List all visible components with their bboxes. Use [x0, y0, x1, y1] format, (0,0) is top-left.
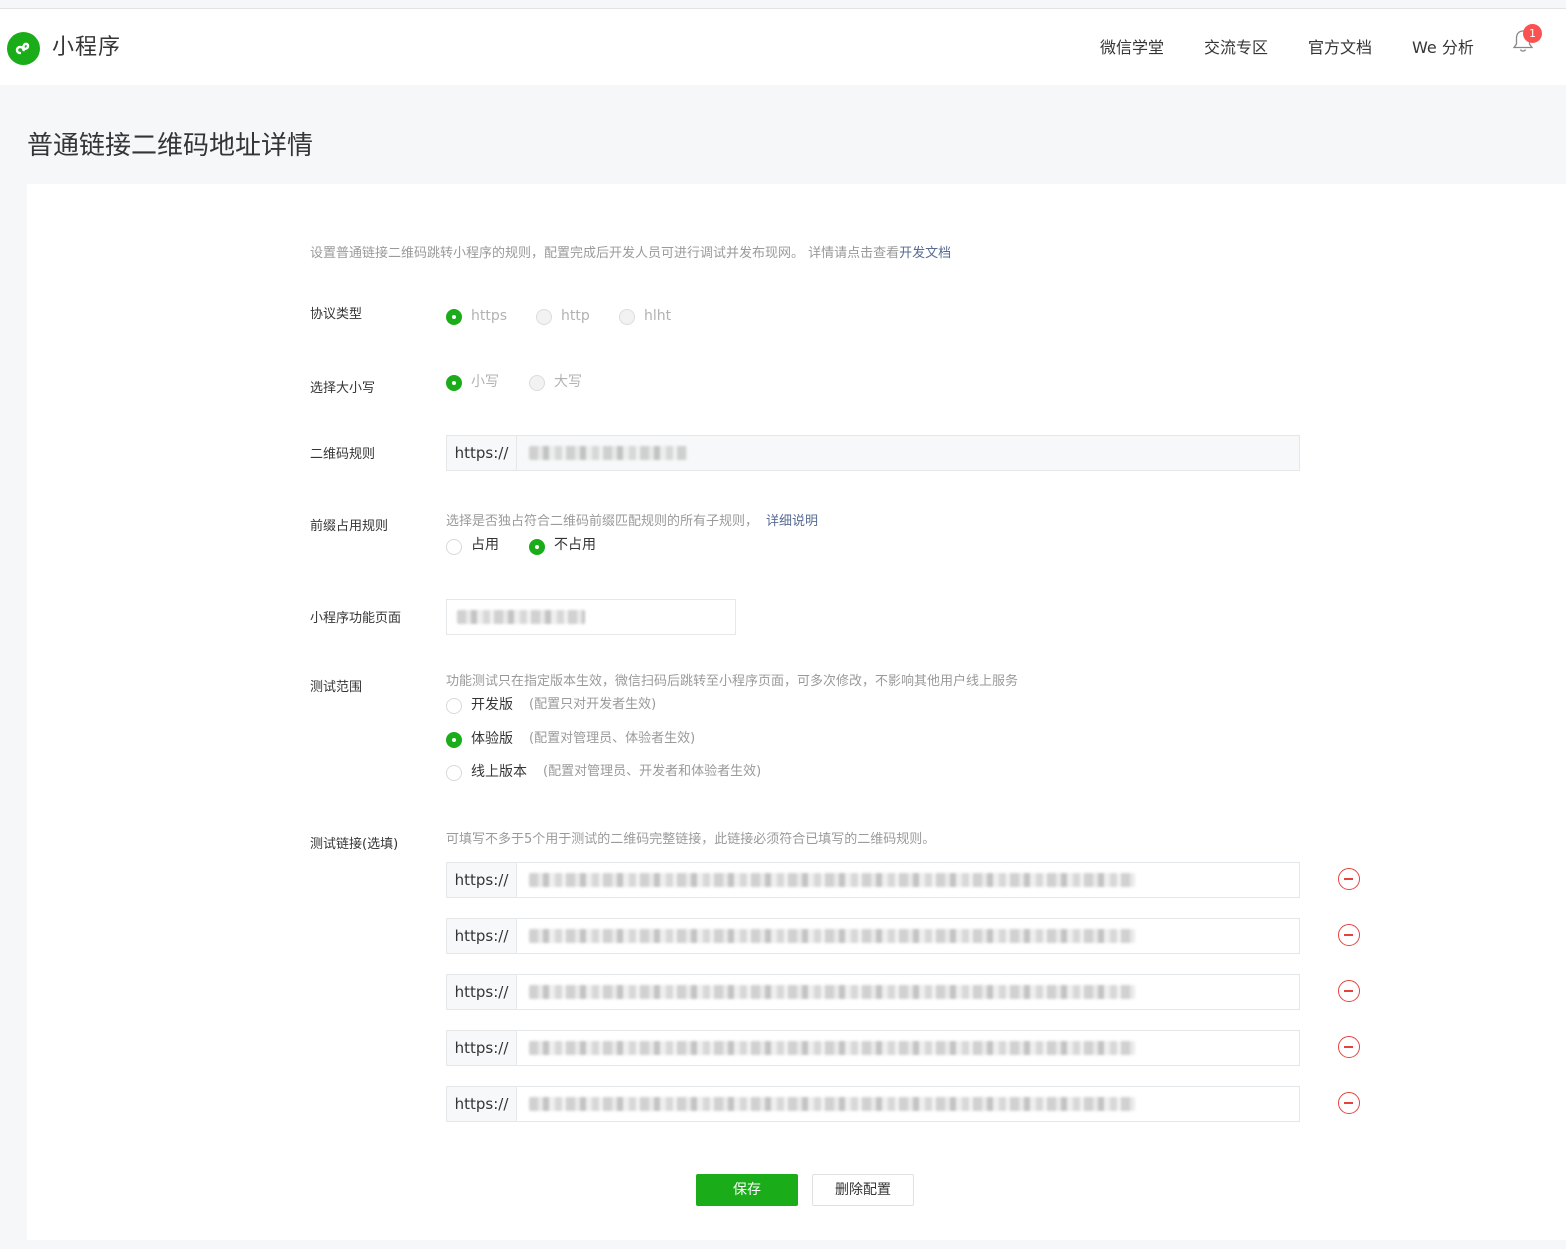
qr-rule-label: 二维码规则: [310, 447, 376, 462]
radio-hlht-label: hlht: [644, 308, 672, 324]
radio-not-occupy-label[interactable]: 不占用: [554, 535, 596, 555]
test-link-value-redacted: [529, 985, 1135, 999]
qr-rule-field: https://: [446, 435, 1300, 471]
nav-official-docs[interactable]: 官方文档: [1308, 37, 1372, 59]
test-link-value-redacted: [529, 929, 1135, 943]
radio-uppercase: [529, 375, 545, 391]
trial-version-hint: (配置对管理员、体验者生效): [529, 731, 696, 746]
remove-link-icon[interactable]: [1338, 924, 1360, 946]
prefix-rule-label: 前缀占用规则: [310, 519, 389, 534]
test-link-prefix: https://: [447, 1087, 517, 1121]
dev-version-hint: (配置只对开发者生效): [529, 697, 657, 712]
protocol-label: 协议类型: [310, 307, 363, 322]
test-link-value-redacted: [529, 1041, 1135, 1055]
page-title: 普通链接二维码地址详情: [27, 131, 314, 161]
radio-https: [446, 309, 462, 325]
test-link-prefix: https://: [447, 919, 517, 953]
radio-hlht: [619, 309, 635, 325]
radio-not-occupy[interactable]: [529, 539, 545, 555]
radio-http: [536, 309, 552, 325]
prefix-rule-desc: 选择是否独占符合二维码前缀匹配规则的所有子规则， 详细说明: [446, 513, 818, 531]
test-link-input-5[interactable]: https://: [446, 1086, 1300, 1122]
test-scope-label: 测试范围: [310, 680, 363, 695]
test-scope-desc: 功能测试只在指定版本生效，微信扫码后跳转至小程序页面，可多次修改，不影响其他用户…: [446, 674, 1019, 689]
case-label: 选择大小写: [310, 381, 376, 396]
test-links-label: 测试链接(选填): [310, 837, 399, 852]
nav-wechat-academy[interactable]: 微信学堂: [1100, 37, 1164, 59]
test-link-prefix: https://: [447, 975, 517, 1009]
mini-program-logo-icon[interactable]: [7, 32, 40, 65]
test-link-input-1[interactable]: https://: [446, 862, 1300, 898]
radio-http-label: http: [561, 308, 590, 324]
prefix-rule-description: 选择是否独占符合二维码前缀匹配规则的所有子规则，: [446, 514, 759, 529]
remove-link-icon[interactable]: [1338, 980, 1360, 1002]
nav-we-analytics[interactable]: We 分析: [1412, 37, 1474, 59]
test-link-prefix: https://: [447, 863, 517, 897]
nav-community[interactable]: 交流专区: [1204, 37, 1268, 59]
qr-rule-value-redacted: [529, 446, 687, 460]
radio-occupy-label[interactable]: 占用: [471, 535, 499, 555]
radio-lowercase: [446, 375, 462, 391]
radio-online-version-label[interactable]: 线上版本: [471, 762, 527, 782]
test-link-prefix: https://: [447, 1031, 517, 1065]
notification-badge: 1: [1523, 24, 1542, 43]
radio-dev-version-label[interactable]: 开发版: [471, 695, 513, 715]
online-version-hint: (配置对管理员、开发者和体验者生效): [543, 764, 762, 779]
delete-config-button[interactable]: 删除配置: [812, 1174, 914, 1206]
remove-link-icon[interactable]: [1338, 1036, 1360, 1058]
top-header: 小程序 微信学堂 交流专区 官方文档 We 分析: [0, 9, 1566, 85]
radio-uppercase-label: 大写: [554, 374, 582, 390]
test-link-input-4[interactable]: https://: [446, 1030, 1300, 1066]
radio-dev-version[interactable]: [446, 698, 462, 714]
qr-rule-prefix: https://: [447, 436, 517, 470]
mp-page-value-redacted: [457, 610, 585, 624]
test-link-value-redacted: [529, 1097, 1135, 1111]
test-links-desc: 可填写不多于5个用于测试的二维码完整链接，此链接必须符合已填写的二维码规则。: [446, 832, 936, 847]
remove-link-icon[interactable]: [1338, 868, 1360, 890]
mp-page-label: 小程序功能页面: [310, 611, 402, 626]
radio-occupy[interactable]: [446, 539, 462, 555]
test-link-input-3[interactable]: https://: [446, 974, 1300, 1010]
details-link[interactable]: 详细说明: [766, 514, 818, 529]
save-button[interactable]: 保存: [696, 1174, 798, 1206]
radio-online-version[interactable]: [446, 765, 462, 781]
intro-text: 设置普通链接二维码跳转小程序的规则，配置完成后开发人员可进行调试并发布现网。 详…: [310, 245, 951, 263]
intro-description: 设置普通链接二维码跳转小程序的规则，配置完成后开发人员可进行调试并发布现网。 详…: [310, 246, 900, 261]
test-link-input-2[interactable]: https://: [446, 918, 1300, 954]
form-panel: 设置普通链接二维码跳转小程序的规则，配置完成后开发人员可进行调试并发布现网。 详…: [27, 184, 1566, 1240]
mp-page-input[interactable]: [446, 599, 736, 635]
radio-trial-version-label[interactable]: 体验版: [471, 729, 513, 749]
radio-https-label: https: [471, 308, 508, 324]
radio-lowercase-label: 小写: [471, 374, 499, 390]
remove-link-icon[interactable]: [1338, 1092, 1360, 1114]
brand-title[interactable]: 小程序: [52, 33, 121, 63]
test-link-value-redacted: [529, 873, 1135, 887]
dev-docs-link[interactable]: 开发文档: [899, 246, 951, 261]
radio-trial-version[interactable]: [446, 732, 462, 748]
